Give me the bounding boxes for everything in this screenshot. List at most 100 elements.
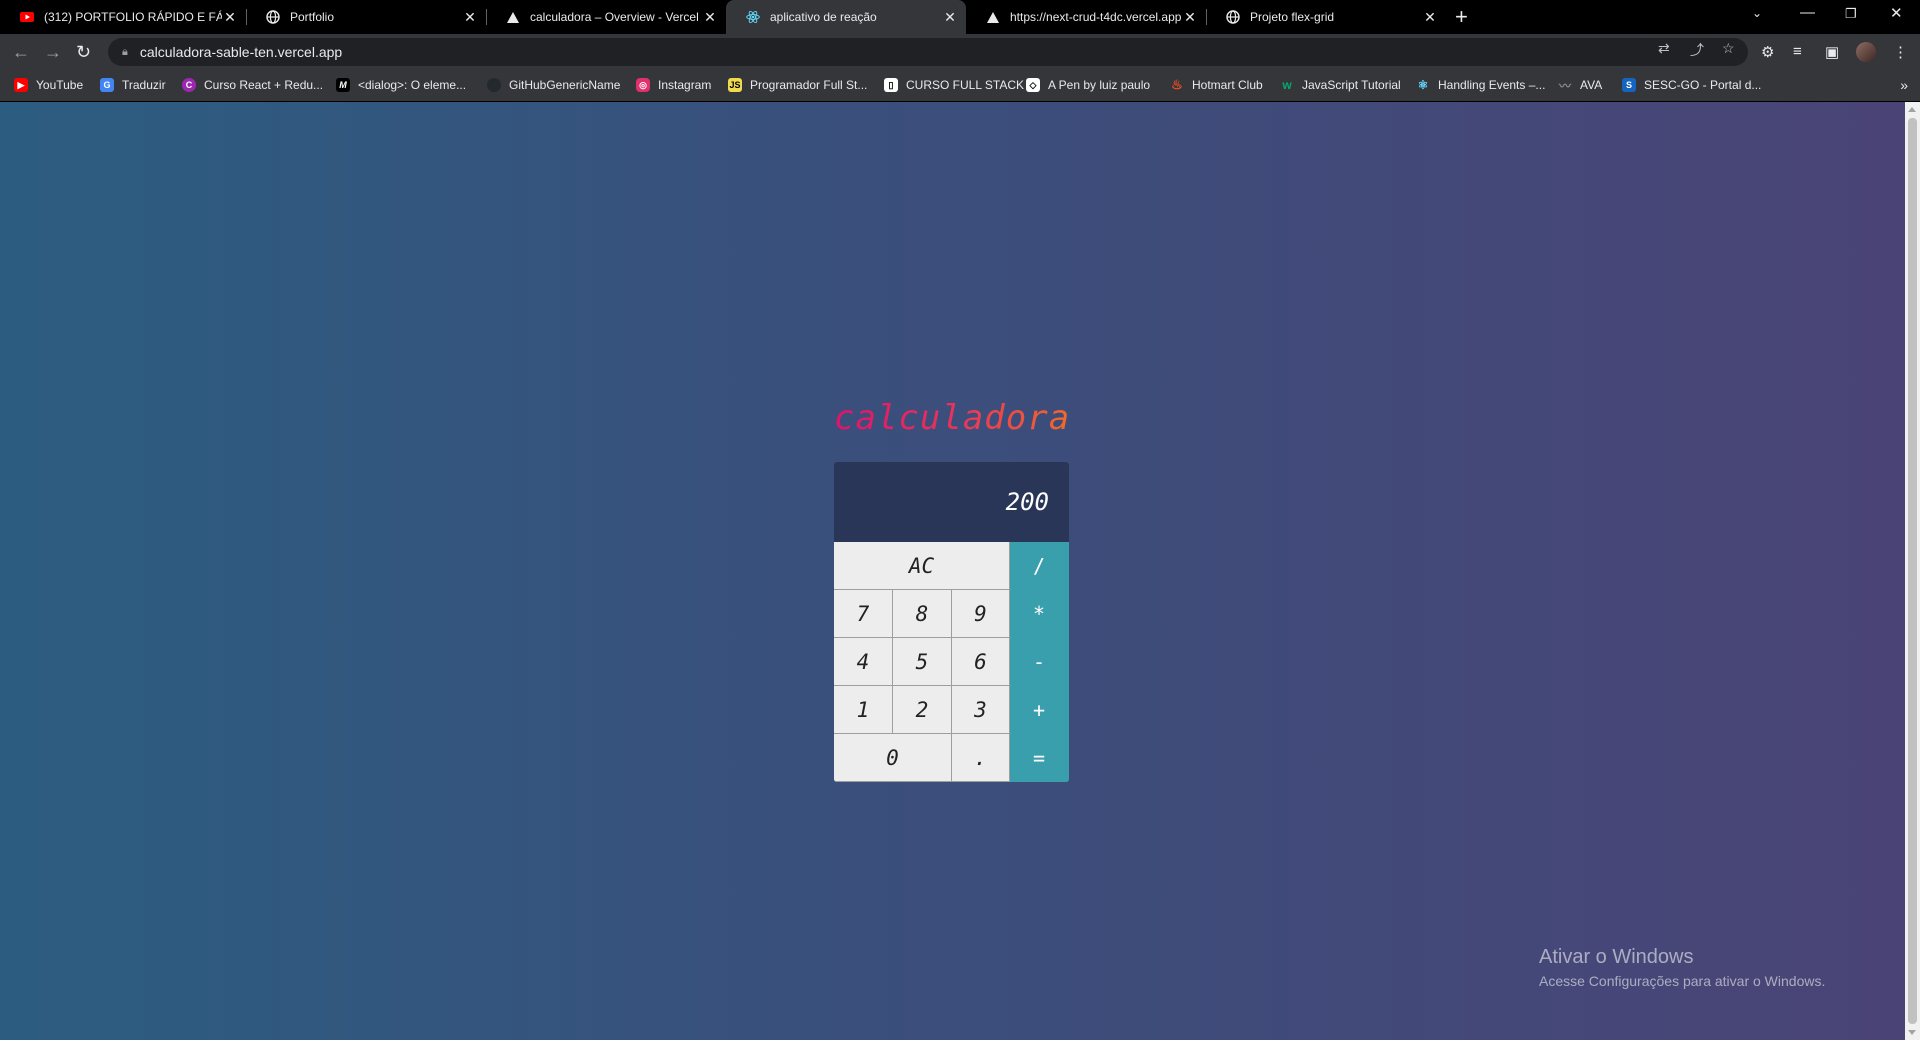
digit-2-button[interactable]: 2 <box>893 686 952 734</box>
bookmark-label: Programador Full St... <box>750 78 868 92</box>
tab-next-crud[interactable]: https://next-crud-t4dc.vercel.app ✕ <box>966 0 1206 34</box>
minimize-button[interactable]: — <box>1800 4 1815 21</box>
digit-8-button[interactable]: 8 <box>893 590 952 638</box>
tab-flex-grid[interactable]: Projeto flex-grid ✕ <box>1206 0 1446 34</box>
ava-icon: 〰 <box>1558 78 1571 93</box>
w3-icon: w <box>1282 78 1292 92</box>
side-panel-icon[interactable]: ▣ <box>1825 43 1839 61</box>
tab-youtube[interactable]: (312) PORTFOLIO RÁPIDO E FÁCI ✕ <box>0 0 246 34</box>
menu-icon[interactable]: ⋮ <box>1893 43 1908 61</box>
vercel-icon <box>986 10 1000 24</box>
decimal-button[interactable]: . <box>952 734 1010 782</box>
digit-3-button[interactable]: 3 <box>952 686 1010 734</box>
js-icon: JS <box>728 78 742 92</box>
forward-icon[interactable]: → <box>44 42 62 62</box>
scroll-down-icon[interactable] <box>1908 1030 1916 1035</box>
tab-react-app[interactable]: aplicativo de reação ✕ <box>726 0 966 34</box>
address-bar[interactable]: 🔒︎ calculadora-sable-ten.vercel.app <box>108 38 1748 66</box>
close-icon[interactable]: ✕ <box>222 9 238 26</box>
watermark-subtitle: Acesse Configurações para ativar o Windo… <box>1539 973 1826 989</box>
restore-button[interactable]: ❐ <box>1845 6 1857 22</box>
bookmark-sesc-go[interactable]: S SESC-GO - Portal d... <box>1622 78 1761 92</box>
bookmark-label: GitHubGenericName <box>509 78 621 92</box>
bookmark-traduzir[interactable]: G Traduzir <box>100 78 166 92</box>
page-viewport: calculadora 200 AC / 7 8 9 * 4 5 6 - 1 2… <box>0 102 1905 1040</box>
equals-button[interactable]: = <box>1010 734 1069 782</box>
bookmark-instagram[interactable]: ◎ Instagram <box>636 78 711 92</box>
course-icon: C <box>182 78 196 92</box>
bookmark-hotmart[interactable]: ♨ Hotmart Club <box>1170 77 1263 92</box>
youtube-icon: ▶ <box>14 78 28 92</box>
tab-search-icon[interactable]: ⌄ <box>1752 6 1762 20</box>
clear-button[interactable]: AC <box>834 542 1010 590</box>
multiply-button[interactable]: * <box>1010 590 1069 638</box>
close-icon[interactable]: ✕ <box>942 9 958 26</box>
close-icon[interactable]: ✕ <box>1182 9 1198 26</box>
tab-title: aplicativo de reação <box>770 10 877 24</box>
digit-1-button[interactable]: 1 <box>834 686 893 734</box>
digit-9-button[interactable]: 9 <box>952 590 1010 638</box>
page-icon: ▯ <box>884 78 898 92</box>
vercel-icon <box>506 10 520 24</box>
scroll-up-icon[interactable] <box>1908 107 1916 112</box>
scroll-thumb[interactable] <box>1908 118 1917 1024</box>
bookmark-dialog[interactable]: M <dialog>: O eleme... <box>336 78 466 92</box>
reload-icon[interactable]: ↻ <box>76 42 91 62</box>
digit-4-button[interactable]: 4 <box>834 638 893 686</box>
globe-icon <box>266 10 280 24</box>
bookmark-handling-events[interactable]: ⚛ Handling Events –... <box>1416 78 1546 92</box>
bookmark-curso-full-stack[interactable]: ▯ CURSO FULL STACK <box>884 78 1024 92</box>
translate-icon: G <box>100 78 114 92</box>
tab-portfolio[interactable]: Portfolio ✕ <box>246 0 486 34</box>
bookmark-label: <dialog>: O eleme... <box>358 78 467 92</box>
tab-title: calculadora – Overview - Vercel <box>530 10 699 24</box>
bookmark-label: JavaScript Tutorial <box>1302 78 1401 92</box>
mdn-icon: M <box>336 78 350 92</box>
close-icon[interactable]: ✕ <box>702 9 718 26</box>
bookmark-label: YouTube <box>36 78 84 92</box>
codepen-icon: ◇ <box>1026 78 1040 92</box>
new-tab-button[interactable]: + <box>1455 5 1468 29</box>
plus-button[interactable]: + <box>1010 686 1069 734</box>
digit-5-button[interactable]: 5 <box>893 638 952 686</box>
bookmark-label: Instagram <box>658 78 712 92</box>
digit-7-button[interactable]: 7 <box>834 590 893 638</box>
bookmark-curso-react[interactable]: C Curso React + Redu... <box>182 78 323 92</box>
bookmark-star-icon[interactable]: ☆ <box>1722 40 1735 57</box>
page-scrollbar[interactable] <box>1905 102 1920 1040</box>
back-icon[interactable]: ← <box>12 42 30 62</box>
watermark-title: Ativar o Windows <box>1539 946 1694 968</box>
reading-list-icon[interactable]: ≡ <box>1793 43 1802 60</box>
globe-icon <box>1226 10 1240 24</box>
bookmark-ava[interactable]: 〰 AVA <box>1558 78 1602 93</box>
bookmark-js-tutorial[interactable]: w JavaScript Tutorial <box>1280 78 1401 92</box>
bookmark-youtube[interactable]: ▶ YouTube <box>14 78 83 92</box>
bookmark-github[interactable]: GitHubGenericName <box>487 78 620 92</box>
bookmark-label: Traduzir <box>122 78 166 92</box>
bookmark-label: A Pen by luiz paulo <box>1048 78 1151 92</box>
sesc-icon: S <box>1622 78 1636 92</box>
close-icon[interactable]: ✕ <box>1422 9 1438 26</box>
divide-button[interactable]: / <box>1010 542 1069 590</box>
lock-icon: 🔒︎ <box>122 45 128 58</box>
tab-title: https://next-crud-t4dc.vercel.app <box>1010 10 1182 24</box>
tab-vercel-overview[interactable]: calculadora – Overview - Vercel ✕ <box>486 0 726 34</box>
address-url: calculadora-sable-ten.vercel.app <box>139 44 343 60</box>
more-bookmarks-icon[interactable]: » <box>1900 77 1908 93</box>
bookmark-codepen[interactable]: ◇ A Pen by luiz paulo <box>1026 78 1150 92</box>
close-icon[interactable]: ✕ <box>462 9 478 26</box>
digit-0-button[interactable]: 0 <box>834 734 952 782</box>
extensions-icon[interactable]: ⚙ <box>1761 43 1774 61</box>
tab-strip: (312) PORTFOLIO RÁPIDO E FÁCI ✕ Portfoli… <box>0 0 1920 34</box>
translate-icon[interactable]: ⇄ <box>1658 40 1670 57</box>
bookmark-programador[interactable]: JS Programador Full St... <box>728 78 867 92</box>
window-close-button[interactable]: ✕ <box>1890 4 1903 22</box>
bookmark-label: SESC-GO - Portal d... <box>1644 78 1762 92</box>
profile-avatar[interactable] <box>1856 42 1876 62</box>
share-icon[interactable]: ⤴ <box>1690 40 1704 60</box>
bookmarks-bar: ▶ YouTube G Traduzir C Curso React + Red… <box>0 70 1920 102</box>
minus-button[interactable]: - <box>1010 638 1069 686</box>
react-icon <box>746 10 760 24</box>
digit-6-button[interactable]: 6 <box>952 638 1010 686</box>
bookmark-label: Handling Events –... <box>1438 78 1546 92</box>
